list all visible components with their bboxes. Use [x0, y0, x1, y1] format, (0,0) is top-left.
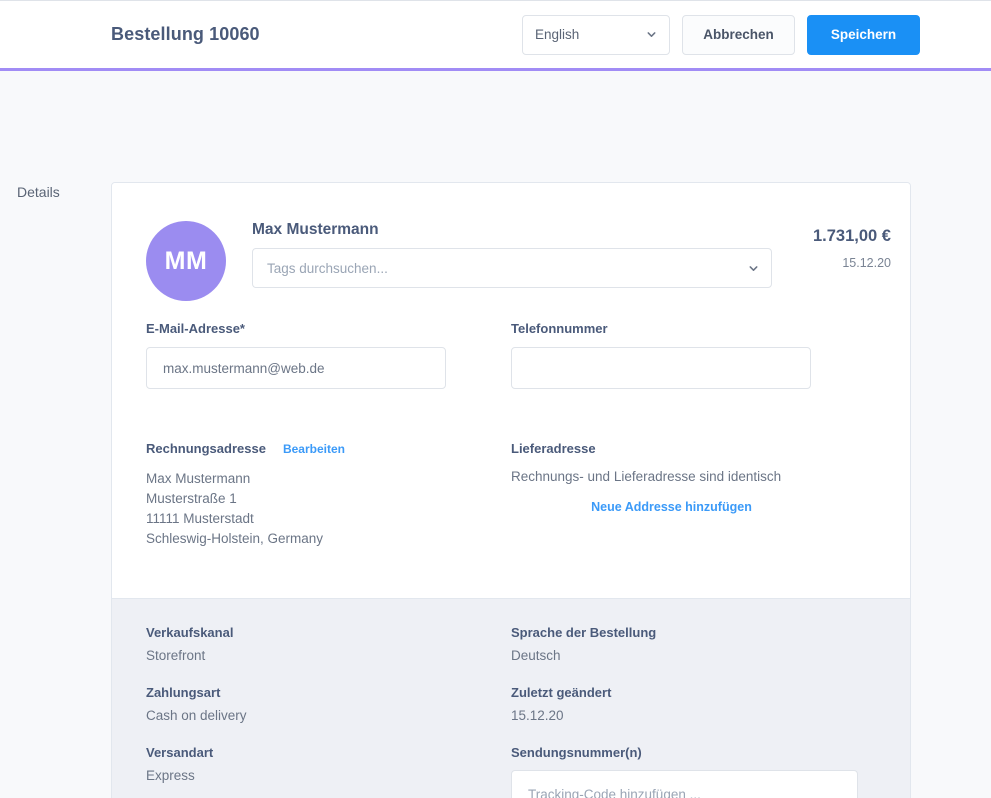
language-select[interactable]: English — [522, 14, 670, 55]
language-select-value: English — [535, 27, 580, 42]
cancel-button[interactable]: Abbrechen — [682, 14, 795, 55]
billing-address-block: Rechnungsadresse Bearbeiten Max Musterma… — [146, 441, 511, 549]
order-date: 15.12.20 — [842, 256, 891, 270]
meta-label: Sprache der Bestellung — [511, 625, 657, 640]
order-total: 1.731,00 € — [813, 227, 891, 245]
address-line: 11111 Musterstadt — [146, 511, 254, 526]
meta-label: Sendungsnummer(n) — [511, 745, 642, 760]
billing-address-lines: Max Mustermann Musterstraße 1 11111 Must… — [146, 469, 511, 549]
address-section: Rechnungsadresse Bearbeiten Max Musterma… — [146, 441, 876, 549]
meta-item-order-language: Sprache der Bestellung Deutsch — [511, 625, 876, 663]
phone-label: Telefonnummer — [511, 321, 608, 336]
meta-item-last-modified: Zuletzt geändert 15.12.20 — [511, 685, 876, 723]
meta-value: Express — [146, 768, 195, 783]
phone-field[interactable] — [511, 347, 811, 389]
shipping-address-title: Lieferadresse — [511, 441, 596, 456]
shipping-address-block: Lieferadresse Rechnungs- und Lieferadres… — [511, 441, 876, 549]
chevron-down-icon — [749, 265, 758, 271]
order-meta-section: Verkaufskanal Storefront Zahlungsart Cas… — [112, 599, 910, 798]
shipping-address-header: Lieferadresse — [511, 441, 876, 456]
tags-search-input[interactable]: Tags durchsuchen... — [252, 248, 772, 288]
save-button[interactable]: Speichern — [807, 14, 920, 55]
email-label: E-Mail-Adresse* — [146, 321, 245, 336]
meta-label: Zahlungsart — [146, 685, 221, 700]
meta-label: Zuletzt geändert — [511, 685, 612, 700]
meta-value: 15.12.20 — [511, 708, 564, 723]
details-section-label: Details — [17, 184, 60, 200]
tags-placeholder: Tags durchsuchen... — [267, 260, 388, 276]
order-details-card: MM Max Mustermann Tags durchsuchen... 1.… — [111, 182, 911, 798]
address-line: Musterstraße 1 — [146, 491, 237, 506]
meta-item-payment-method: Zahlungsart Cash on delivery — [146, 685, 511, 723]
chevron-down-icon — [647, 32, 656, 37]
meta-label: Versandart — [146, 745, 214, 760]
shipping-address-note: Rechnungs- und Lieferadresse sind identi… — [511, 469, 782, 484]
address-line: Schleswig-Holstein, Germany — [146, 531, 324, 546]
order-detail-page: Bestellung 10060 English Abbrechen Speic… — [0, 0, 991, 798]
order-total-block: 1.731,00 € 15.12.20 — [813, 227, 891, 270]
meta-label: Verkaufskanal — [146, 625, 234, 640]
phone-field-group: Telefonnummer — [511, 321, 876, 389]
contact-fields: E-Mail-Adresse* max.mustermann@web.de Te… — [146, 321, 876, 389]
page-body: Details MM Max Mustermann Tags durchsuch… — [0, 71, 991, 798]
address-line: Max Mustermann — [146, 471, 251, 486]
email-field-group: E-Mail-Adresse* max.mustermann@web.de — [146, 321, 511, 389]
customer-name: Max Mustermann — [252, 221, 379, 238]
billing-address-title: Rechnungsadresse — [146, 441, 266, 456]
meta-value: Storefront — [146, 648, 206, 663]
meta-item-shipping-method: Versandart Express — [146, 745, 511, 783]
order-meta-left-column: Verkaufskanal Storefront Zahlungsart Cas… — [146, 625, 511, 798]
order-meta-right-column: Sprache der Bestellung Deutsch Zuletzt g… — [511, 625, 876, 798]
edit-billing-address-link[interactable]: Bearbeiten — [283, 442, 345, 456]
add-new-address-link[interactable]: Neue Addresse hinzufügen — [591, 500, 752, 514]
add-address-row: Neue Addresse hinzufügen — [511, 498, 876, 516]
avatar: MM — [146, 221, 226, 301]
page-header: Bestellung 10060 English Abbrechen Speic… — [0, 1, 991, 71]
billing-address-header: Rechnungsadresse Bearbeiten — [146, 441, 511, 456]
meta-item-tracking-numbers: Sendungsnummer(n) Tracking-Code hinzufüg… — [511, 745, 876, 798]
order-meta-grid: Verkaufskanal Storefront Zahlungsart Cas… — [146, 625, 876, 798]
meta-value: Cash on delivery — [146, 708, 247, 723]
header-actions: English Abbrechen Speichern — [522, 14, 920, 55]
meta-item-sales-channel: Verkaufskanal Storefront — [146, 625, 511, 663]
page-title: Bestellung 10060 — [111, 24, 260, 44]
customer-section: MM Max Mustermann Tags durchsuchen... 1.… — [112, 183, 910, 599]
email-field[interactable]: max.mustermann@web.de — [146, 347, 446, 389]
tracking-code-input[interactable]: Tracking-Code hinzufügen ... — [511, 770, 858, 798]
meta-value: Deutsch — [511, 648, 561, 663]
